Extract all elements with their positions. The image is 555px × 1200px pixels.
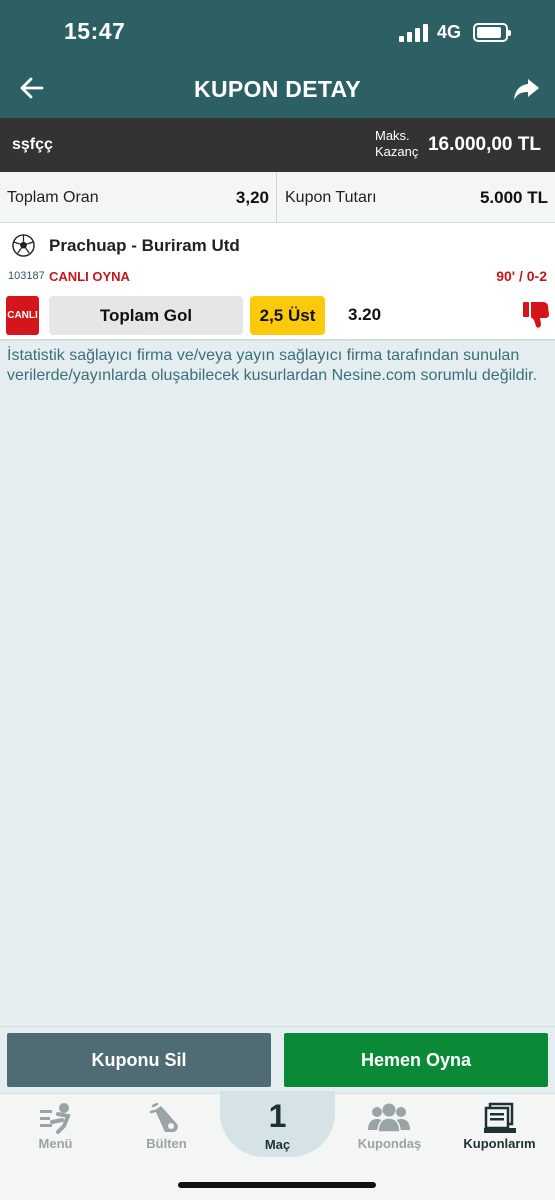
live-play-link[interactable]: CANLI OYNA: [49, 269, 130, 284]
nav-bar: KUPON DETAY: [0, 62, 555, 118]
page-title: KUPON DETAY: [194, 76, 361, 102]
disclaimer-text: İstatistik sağlayıcı firma ve/veya yayın…: [7, 347, 538, 384]
live-badge: CANLI: [6, 296, 39, 335]
selected-pick: 2,5 Üst: [250, 296, 325, 335]
thumbs-down-icon: [523, 302, 549, 328]
market-name: Toplam Gol: [49, 296, 243, 335]
status-bar: 15:47 4G: [0, 0, 555, 62]
people-group-icon: [368, 1103, 410, 1133]
match-code: 103187: [8, 270, 45, 282]
coupon-name: sşfçç: [12, 136, 53, 153]
coupon-summary: Toplam Oran 3,20 Kupon Tutarı 5.000 TL: [0, 172, 555, 223]
total-odds-label: Toplam Oran: [7, 189, 99, 206]
play-now-button[interactable]: Hemen Oyna: [284, 1033, 548, 1087]
coupon-amount-label: Kupon Tutarı: [285, 189, 377, 206]
tab-bulletin-label: Bülten: [146, 1136, 187, 1151]
tab-match[interactable]: 1 Maç: [220, 1091, 335, 1160]
max-win-value: 16.000,00 TL: [427, 134, 541, 155]
menu-icon: [40, 1103, 71, 1134]
signal-icon: [399, 24, 429, 42]
tab-menu[interactable]: Menü: [0, 1094, 111, 1158]
match-score: 90' / 0-2: [496, 268, 547, 284]
total-odds-cell: Toplam Oran 3,20: [0, 172, 277, 223]
home-indicator: [178, 1182, 376, 1188]
tab-my-coupons-label: Kuponlarım: [463, 1136, 536, 1151]
pick-odd: 3.20: [348, 305, 382, 324]
tab-bulletin[interactable]: Bülten: [111, 1094, 222, 1158]
match-count: 1: [268, 1098, 287, 1134]
tab-menu-label: Menü: [38, 1136, 73, 1151]
tab-my-coupons[interactable]: Kuponlarım: [444, 1094, 555, 1158]
battery-icon: [473, 23, 511, 42]
delete-coupon-button[interactable]: Kuponu Sil: [7, 1033, 271, 1087]
max-win-label: Maks. Kazanç: [375, 128, 419, 159]
coupon-header: sşfçç Maks. Kazanç 16.000,00 TL: [0, 118, 555, 172]
match-teams: Prachuap - Buriram Utd: [49, 236, 240, 255]
total-odds-value: 3,20: [235, 188, 269, 207]
bulletin-icon: [149, 1102, 178, 1132]
coupon-amount-value: 5.000 TL: [479, 188, 548, 207]
my-coupons-icon: [484, 1102, 516, 1133]
status-time: 15:47: [64, 18, 126, 44]
tab-kupondas[interactable]: Kupondaş: [334, 1094, 445, 1158]
match-row[interactable]: Prachuap - Buriram Utd 103187 CANLI OYNA…: [0, 223, 555, 341]
coupon-amount-cell: Kupon Tutarı 5.000 TL: [278, 172, 555, 223]
soccer-ball-icon: [12, 234, 35, 257]
share-icon[interactable]: [512, 76, 540, 102]
action-bar: Kuponu Sil Hemen Oyna: [0, 1026, 555, 1093]
tab-kupondas-label: Kupondaş: [357, 1136, 422, 1151]
network-type: 4G: [437, 22, 462, 42]
tab-match-label: Maç: [264, 1137, 291, 1152]
